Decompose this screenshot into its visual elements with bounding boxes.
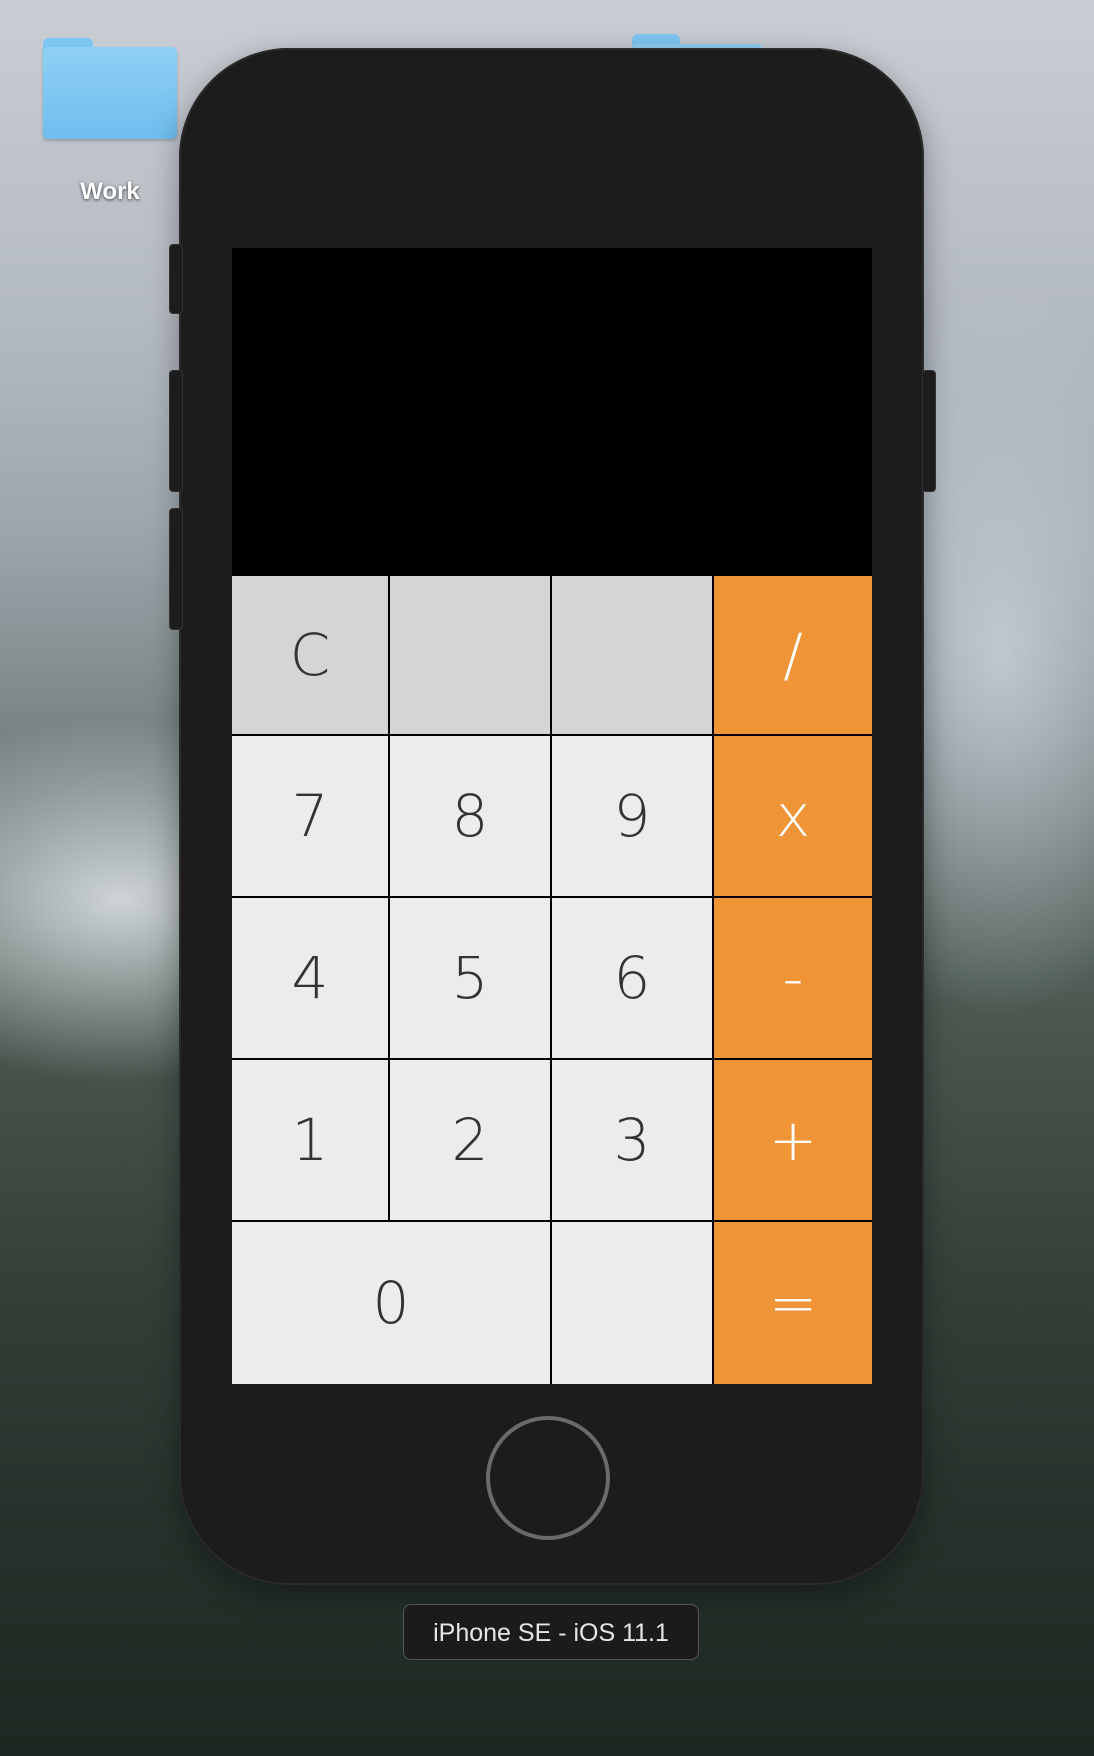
power-button[interactable] [922,370,936,492]
digit-0-button[interactable]: 0 [232,1222,552,1384]
volume-up-button[interactable] [169,370,183,492]
digit-5-button[interactable]: 5 [390,898,552,1060]
work-folder-icon[interactable] [43,34,177,142]
simulator-device-label: iPhone SE - iOS 11.1 [403,1604,699,1660]
calculator-display [232,248,872,576]
add-button[interactable]: + [714,1060,872,1222]
clear-button[interactable]: C [232,576,390,736]
mute-switch[interactable] [169,244,183,314]
blank-function-button-1[interactable] [390,576,552,736]
digit-6-button[interactable]: 6 [552,898,714,1060]
multiply-button[interactable]: x [714,736,872,898]
digit-3-button[interactable]: 3 [552,1060,714,1222]
digit-9-button[interactable]: 9 [552,736,714,898]
digit-8-button[interactable]: 8 [390,736,552,898]
divide-button[interactable]: / [714,576,872,736]
decimal-button[interactable] [552,1222,714,1384]
subtract-button[interactable]: - [714,898,872,1060]
calculator-screen: C / 7 8 9 x 4 5 6 - 1 2 3 + 0 = [232,248,872,1384]
home-button[interactable] [486,1416,610,1540]
work-folder-label[interactable]: Work [43,178,177,206]
volume-down-button[interactable] [169,508,183,630]
equals-button[interactable]: = [714,1222,872,1384]
digit-4-button[interactable]: 4 [232,898,390,1060]
digit-2-button[interactable]: 2 [390,1060,552,1222]
digit-7-button[interactable]: 7 [232,736,390,898]
calculator-keypad: C / 7 8 9 x 4 5 6 - 1 2 3 + 0 = [232,576,872,1384]
blank-function-button-2[interactable] [552,576,714,736]
digit-1-button[interactable]: 1 [232,1060,390,1222]
